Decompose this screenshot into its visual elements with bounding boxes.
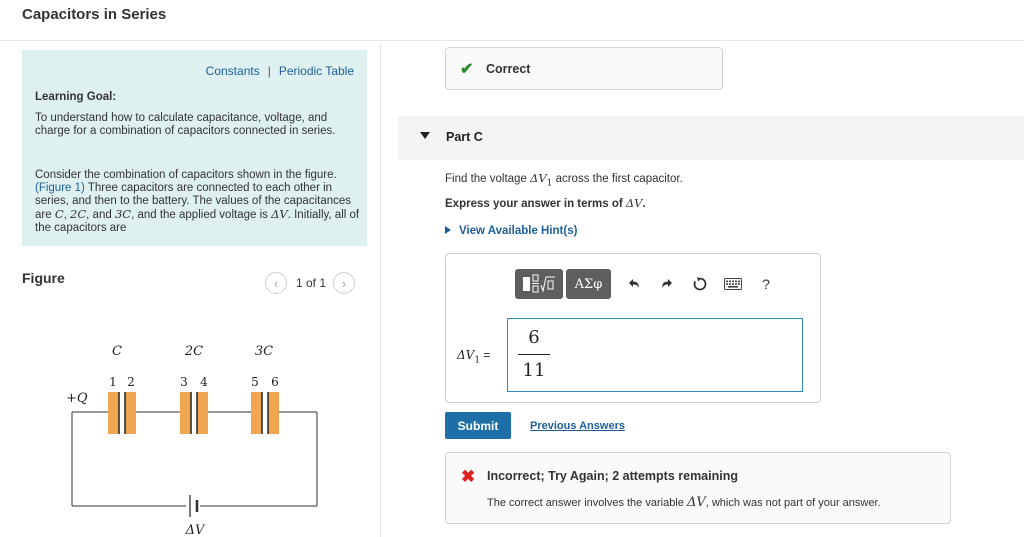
- plate-label-4: 4: [200, 375, 208, 389]
- part-c-header[interactable]: Part C: [398, 116, 1024, 160]
- incorrect-title: Incorrect; Try Again; 2 attempts remaini…: [487, 469, 738, 483]
- redo-icon: [662, 279, 672, 288]
- charge-label: +Q: [66, 391, 88, 406]
- undo-button[interactable]: [621, 271, 647, 297]
- correct-text: Correct: [486, 62, 531, 76]
- chevron-left-icon: ‹: [273, 275, 279, 291]
- fraction-bar: [518, 354, 550, 355]
- answer-instruction: Express your answer in terms of ΔV.: [445, 196, 646, 210]
- learning-goal-label: Learning Goal:: [35, 91, 117, 103]
- plate-label-2: 2: [127, 375, 135, 389]
- plate-label-3: 3: [180, 375, 188, 389]
- reset-button[interactable]: [687, 271, 713, 297]
- answer-fraction: 6 11: [518, 327, 550, 381]
- page-title: Capacitors in Series: [22, 6, 167, 23]
- part-label: Part C: [446, 130, 483, 144]
- figure-count: 1 of 1: [296, 276, 327, 290]
- answer-variable-label: ΔV1 =: [457, 348, 491, 366]
- plate-label-6: 6: [271, 375, 279, 389]
- math-editor: ΑΣφ ? ΔV1 = 6 11: [445, 253, 821, 403]
- caret-right-icon: [445, 226, 451, 234]
- redo-button[interactable]: [654, 271, 680, 297]
- keyboard-button[interactable]: [720, 271, 746, 297]
- capacitor-label-3c: 3C: [255, 344, 273, 359]
- battery-label: ΔV: [185, 523, 206, 537]
- view-hints-link[interactable]: View Available Hint(s): [445, 225, 577, 237]
- periodic-table-link[interactable]: Periodic Table: [279, 64, 354, 78]
- plate-label-5: 5: [251, 375, 259, 389]
- resource-links: Constants | Periodic Table: [206, 64, 354, 78]
- link-separator: |: [267, 64, 271, 78]
- constants-link[interactable]: Constants: [206, 64, 260, 78]
- answer-numerator: 6: [528, 327, 540, 348]
- question-text: Find the voltage ΔV1 across the first ca…: [445, 171, 683, 189]
- chevron-right-icon: ›: [341, 275, 347, 291]
- correct-feedback: ✔ Correct: [445, 47, 723, 90]
- answer-denominator: 11: [522, 360, 546, 381]
- incorrect-message: The correct answer involves the variable…: [487, 495, 881, 510]
- incorrect-feedback: ✖ Incorrect; Try Again; 2 attempts remai…: [445, 452, 951, 524]
- learning-goal-text: To understand how to calculate capacitan…: [35, 112, 336, 137]
- undo-icon: [629, 279, 639, 288]
- plate-label-1: 1: [109, 375, 117, 389]
- previous-answers-link[interactable]: Previous Answers: [530, 420, 625, 432]
- prev-figure-button[interactable]: ‹: [265, 272, 287, 294]
- capacitor-label-c: C: [112, 344, 122, 359]
- figure-heading: Figure: [22, 270, 65, 286]
- templates-button[interactable]: [515, 269, 563, 299]
- error-x-icon: ✖: [461, 467, 476, 486]
- editor-toolbar: ΑΣφ ?: [515, 269, 779, 299]
- checkmark-icon: ✔: [460, 61, 474, 78]
- keyboard-icon: [724, 278, 742, 290]
- intro-panel: Constants | Periodic Table Learning Goal: …: [22, 50, 367, 246]
- reset-icon: [693, 277, 707, 291]
- answer-input[interactable]: 6 11: [507, 318, 803, 392]
- caret-down-icon: [420, 132, 430, 139]
- circuit-diagram: C 2C 3C +Q ΔV 1 2 3 4 5 6: [66, 344, 318, 537]
- figure-pager: ‹ 1 of 1 ›: [265, 272, 356, 294]
- help-button[interactable]: ?: [753, 271, 779, 297]
- header-divider: [0, 40, 1024, 41]
- next-figure-button[interactable]: ›: [333, 272, 356, 294]
- fraction-root-icon: [523, 274, 555, 293]
- problem-description: Consider the combination of capacitors s…: [35, 169, 360, 234]
- greek-symbols-button[interactable]: ΑΣφ: [566, 269, 611, 299]
- capacitor-c: [108, 392, 136, 434]
- capacitor-3c: [251, 392, 279, 434]
- column-divider: [380, 44, 381, 537]
- capacitor-label-2c: 2C: [184, 344, 203, 359]
- capacitor-2c: [180, 392, 208, 434]
- figure-link[interactable]: (Figure 1): [35, 182, 85, 194]
- submit-button[interactable]: Submit: [445, 412, 511, 439]
- battery-symbol: [189, 495, 199, 517]
